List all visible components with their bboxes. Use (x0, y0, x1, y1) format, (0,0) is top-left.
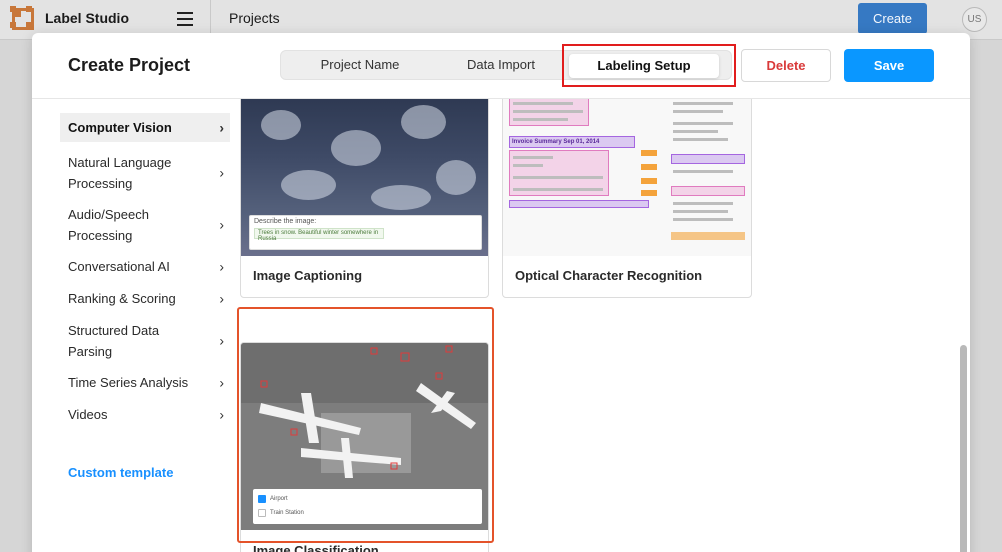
ocr-heading: Invoice Summary Sep 01, 2014 (512, 139, 600, 145)
template-title: Optical Character Recognition (515, 268, 703, 283)
choice-train-station: Train Station (258, 506, 477, 520)
category-label: Conversational AI (68, 259, 170, 274)
image-captioning-preview: Describe the image: Trees in snow. Beaut… (241, 99, 488, 256)
image-classification-preview: Airport Train Station (241, 343, 488, 530)
category-label: Videos (68, 407, 108, 422)
category-videos[interactable]: Videos › (60, 400, 230, 429)
caption-answer: Trees in snow. Beautiful winter somewher… (254, 228, 384, 242)
category-ranking-scoring[interactable]: Ranking & Scoring › (60, 284, 230, 313)
ocr-preview: Invoice Summary Sep 01, 2014 (503, 99, 751, 256)
modal-header: Create Project Project Name Data Import … (32, 33, 970, 99)
scrollbar-thumb[interactable] (960, 345, 967, 552)
save-button[interactable]: Save (844, 49, 934, 82)
category-label: Natural Language Processing (68, 155, 172, 191)
modal-title: Create Project (68, 55, 191, 75)
custom-template-link[interactable]: Custom template (68, 465, 173, 480)
caption-prompt: Describe the image: (254, 218, 317, 225)
chevron-right-icon: › (219, 119, 224, 135)
template-category-sidebar: Computer Vision › Natural Language Proce… (60, 113, 230, 429)
chevron-right-icon: › (219, 216, 224, 233)
tab-project-name[interactable]: Project Name (301, 51, 419, 79)
category-computer-vision[interactable]: Computer Vision › (60, 113, 230, 142)
chevron-right-icon: › (219, 332, 224, 349)
caption-preview-box: Describe the image: Trees in snow. Beaut… (249, 215, 482, 250)
category-time-series-analysis[interactable]: Time Series Analysis › (60, 368, 230, 397)
choice-label: Train Station (270, 510, 304, 516)
breadcrumb-projects[interactable]: Projects (229, 10, 280, 26)
chevron-right-icon: › (219, 164, 224, 181)
choice-airport: Airport (258, 492, 477, 506)
category-label: Time Series Analysis (68, 375, 189, 390)
category-structured-data-parsing[interactable]: Structured Data Parsing › (60, 316, 230, 366)
template-title: Image Classification (253, 543, 379, 552)
template-card-image-captioning[interactable]: Describe the image: Trees in snow. Beaut… (240, 99, 489, 298)
classification-choices: Airport Train Station (253, 489, 482, 524)
create-button[interactable]: Create (858, 3, 927, 34)
chevron-right-icon: › (219, 374, 224, 390)
category-audio-speech-processing[interactable]: Audio/Speech Processing › (60, 200, 230, 250)
category-label: Structured Data Parsing (68, 323, 160, 359)
app-title[interactable]: Label Studio (45, 10, 129, 26)
category-conversational-ai[interactable]: Conversational AI › (60, 252, 230, 281)
category-natural-language-processing[interactable]: Natural Language Processing › (60, 148, 230, 198)
chevron-right-icon: › (219, 290, 224, 306)
labeling-setup-highlight (562, 44, 736, 87)
tab-data-import[interactable]: Data Import (446, 51, 556, 79)
chevron-right-icon: › (219, 406, 224, 422)
template-grid: Describe the image: Trees in snow. Beaut… (240, 99, 960, 552)
menu-icon[interactable] (177, 12, 193, 26)
create-project-modal: Create Project Project Name Data Import … (32, 33, 970, 552)
template-card-image-classification[interactable]: Airport Train Station Image Classificati… (240, 342, 489, 552)
label-studio-logo-icon[interactable] (10, 6, 34, 30)
chevron-right-icon: › (219, 258, 224, 274)
category-label: Ranking & Scoring (68, 291, 176, 306)
scrollbar[interactable] (957, 99, 970, 552)
template-card-ocr[interactable]: Invoice Summary Sep 01, 2014 Optical Cha… (502, 99, 752, 298)
delete-button[interactable]: Delete (741, 49, 831, 82)
choice-label: Airport (270, 496, 288, 502)
category-label: Computer Vision (68, 120, 172, 135)
user-avatar[interactable]: US (962, 7, 987, 32)
checkbox-unchecked-icon (258, 509, 266, 517)
category-label: Audio/Speech Processing (68, 207, 149, 243)
template-title: Image Captioning (253, 268, 363, 283)
checkbox-checked-icon (258, 495, 266, 503)
